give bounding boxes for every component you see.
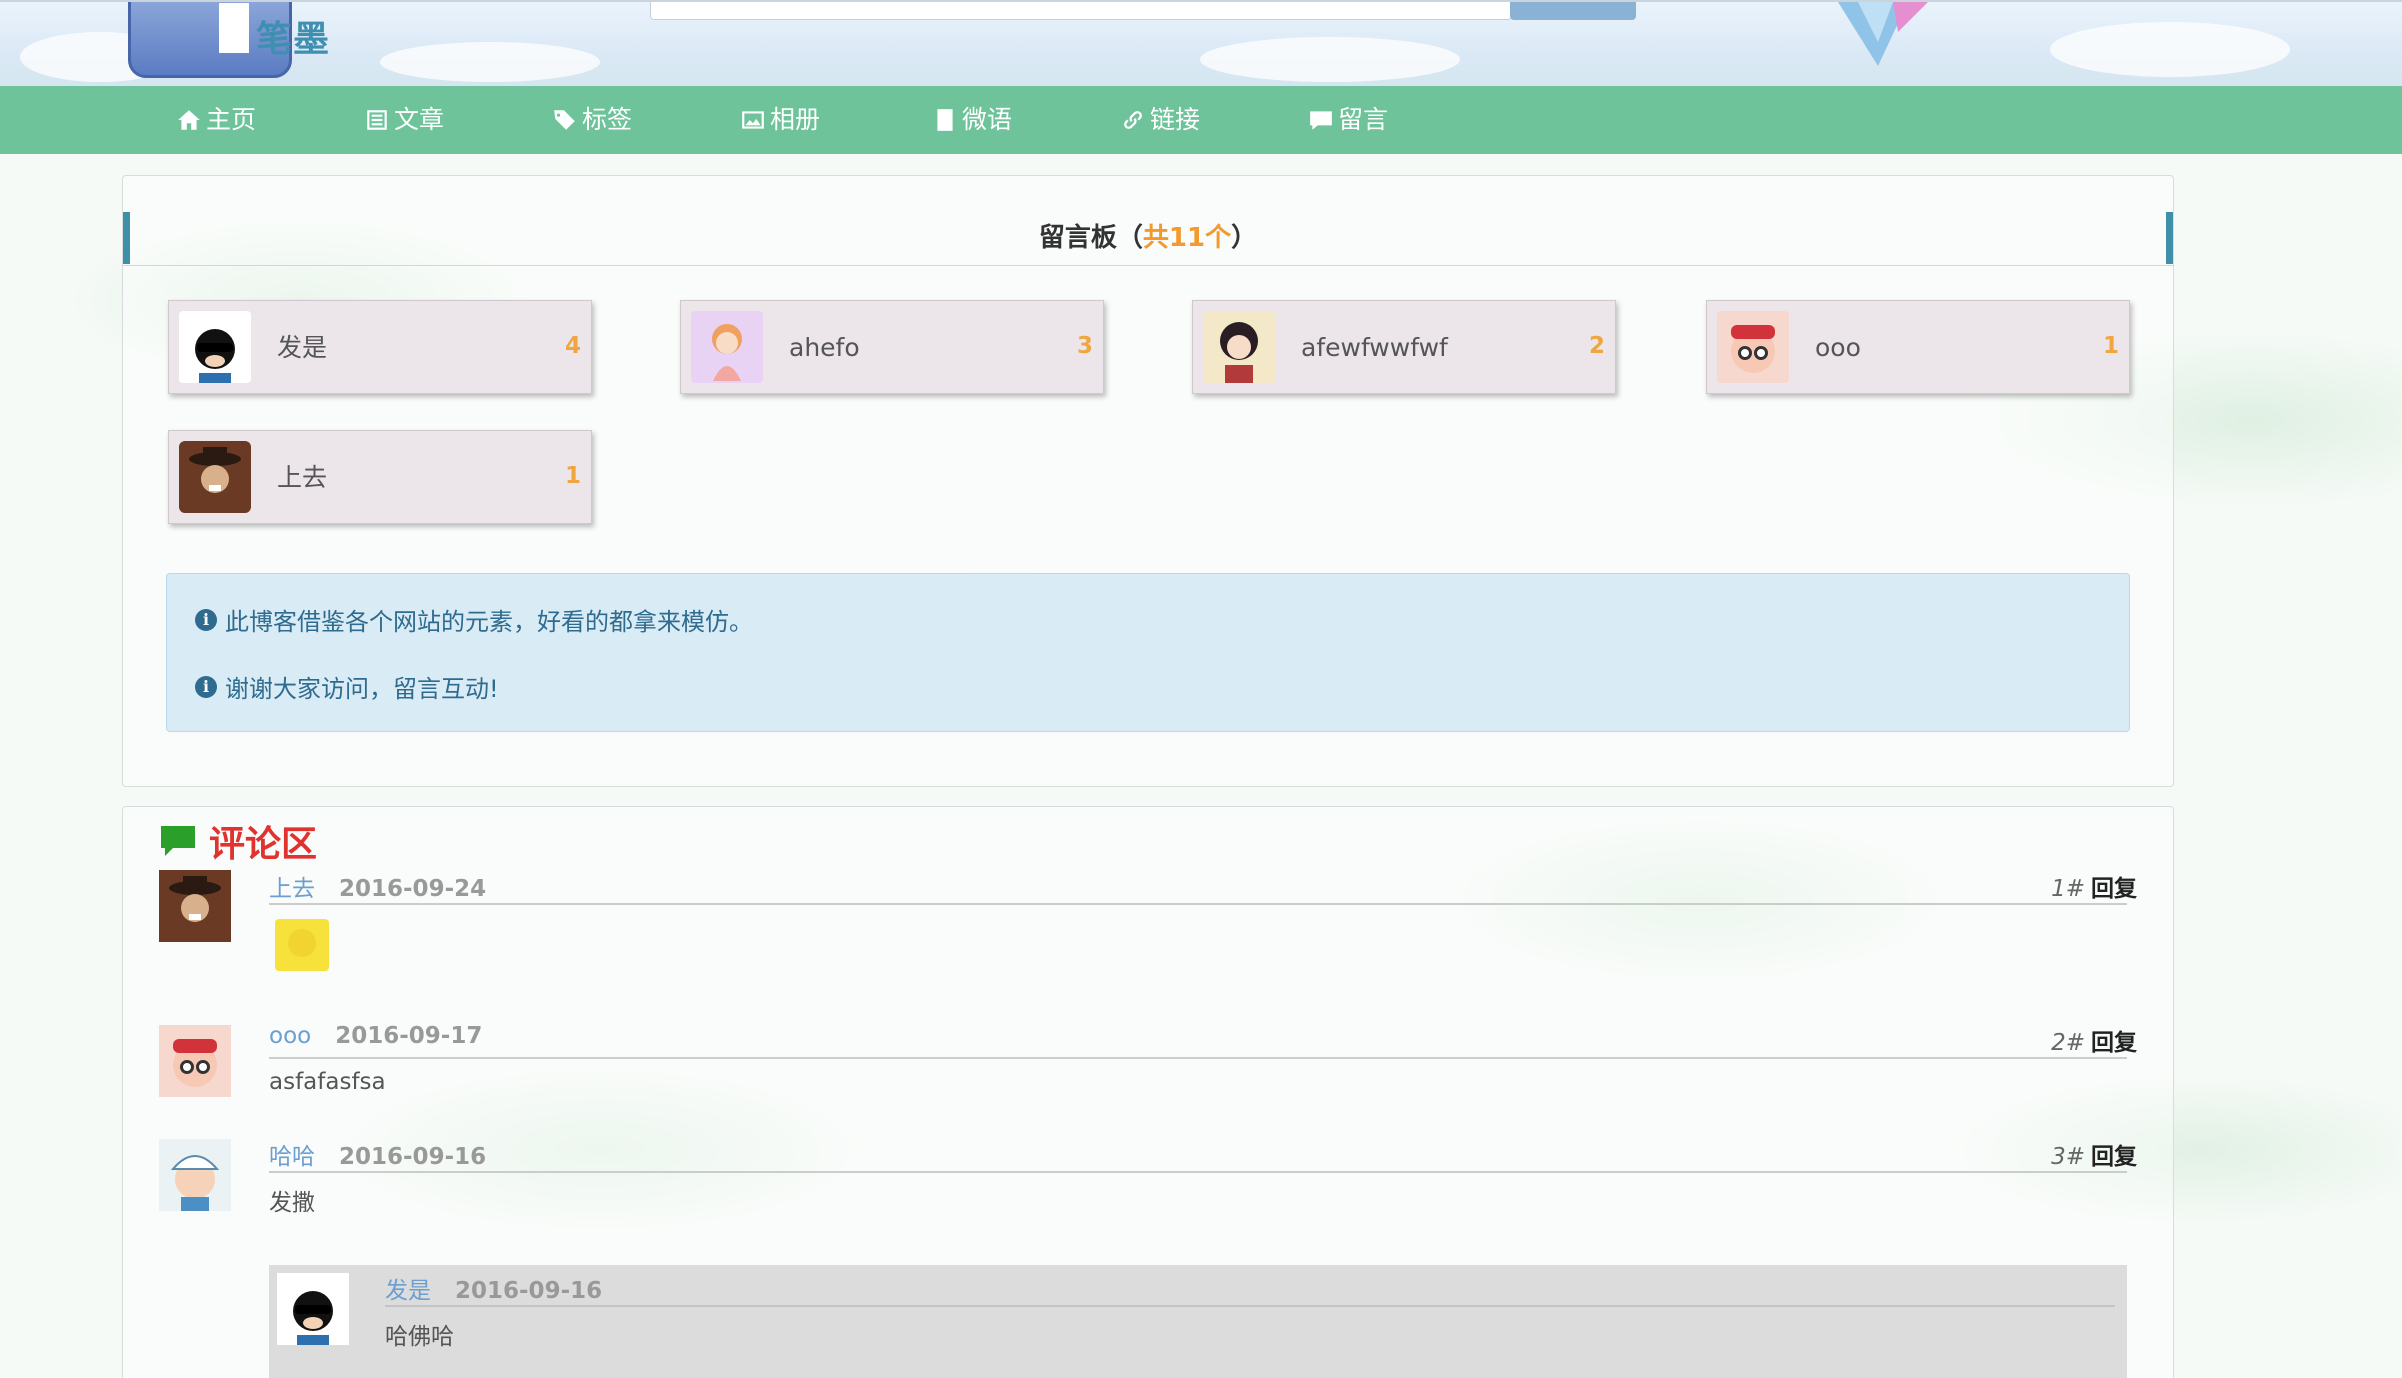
search-button[interactable]: [1510, 2, 1636, 20]
comment-date: 2016-09-24: [339, 876, 487, 902]
list-icon: [367, 110, 387, 130]
nav-item-label: 文章: [394, 105, 445, 134]
nav-item-microblog[interactable]: 微语: [932, 86, 1012, 154]
site-header: 笔墨: [0, 0, 2402, 86]
notice-line: i 谢谢大家访问，留言互动!: [195, 669, 499, 704]
reply-username[interactable]: 发是: [385, 1271, 431, 1305]
message-count: 共11个: [1142, 223, 1232, 253]
comment-meta: 上去 2016-09-24: [269, 869, 486, 903]
avatar: [179, 311, 251, 383]
comment-username[interactable]: ooo: [269, 1023, 311, 1049]
message-count-badge: 1: [2102, 333, 2119, 359]
search-input[interactable]: [650, 2, 1512, 20]
notice-line: i 此博客借鉴各个网站的元素，好看的都拿来模仿。: [195, 602, 753, 637]
nav-item-label: 留言: [1338, 105, 1389, 134]
avatar[interactable]: [159, 870, 231, 942]
user-name: ooo: [1815, 333, 1861, 362]
comment-floor: 1# 回复: [2051, 876, 2137, 902]
comment-username[interactable]: 上去: [269, 869, 315, 903]
info-icon: i: [195, 608, 217, 631]
comment-date: 2016-09-17: [335, 1023, 483, 1049]
reply-button[interactable]: 回复: [2091, 1144, 2137, 1170]
kite-decoration-icon: [1838, 2, 1928, 66]
nav-item-links[interactable]: 链接: [1120, 86, 1200, 154]
user-card[interactable]: ahefo 3: [680, 300, 1104, 394]
user-card[interactable]: ooo 1: [1706, 300, 2130, 394]
nav-item-messages[interactable]: 留言: [1308, 86, 1388, 154]
avatar: [1717, 311, 1789, 383]
message-count-badge: 2: [1588, 333, 1605, 359]
user-name: 上去: [277, 463, 328, 492]
link-icon: [1124, 111, 1142, 129]
main-nav: 主页 文章 标签 相册 微语 链接 留言: [0, 86, 2402, 154]
comment-username[interactable]: 哈哈: [269, 1137, 315, 1171]
info-icon: i: [195, 675, 217, 698]
reply-date: 2016-09-16: [455, 1278, 603, 1304]
nav-item-label: 主页: [206, 105, 257, 134]
message-board-header: 留言板（共11个）: [123, 212, 2173, 266]
nav-item-tags[interactable]: 标签: [552, 86, 632, 154]
reply-button[interactable]: 回复: [2091, 876, 2137, 902]
comment-bubble-icon: [161, 826, 195, 856]
message-count-badge: 4: [564, 333, 581, 359]
nav-item-label: 链接: [1150, 105, 1201, 134]
emoji-sticker: [275, 919, 329, 971]
user-card[interactable]: 发是 4: [168, 300, 592, 394]
message-count-badge: 3: [1076, 333, 1093, 359]
nav-item-label: 微语: [962, 105, 1013, 134]
comment-date: 2016-09-16: [339, 1144, 487, 1170]
nav-item-label: 相册: [770, 105, 821, 134]
book-icon: [937, 109, 953, 131]
nested-reply: 发是 2016-09-16 哈佛哈: [269, 1265, 2127, 1378]
avatar[interactable]: [159, 1025, 231, 1097]
notice-text: 此博客借鉴各个网站的元素，好看的都拿来模仿。: [225, 608, 753, 636]
user-card[interactable]: 上去 1: [168, 430, 592, 524]
nav-item-home[interactable]: 主页: [176, 86, 256, 154]
reply-text: 哈佛哈: [385, 1324, 454, 1350]
tags-icon: [554, 110, 575, 130]
message-board-title: 留言板（共11个）: [1038, 223, 1258, 253]
comment-floor: 2# 回复: [2051, 1030, 2137, 1056]
reply-button[interactable]: 回复: [2091, 1030, 2137, 1056]
comment-text: 发撒: [269, 1190, 315, 1216]
info-notice: i 此博客借鉴各个网站的元素，好看的都拿来模仿。 i 谢谢大家访问，留言互动!: [166, 573, 2130, 732]
user-card[interactable]: afewfwwfwf 2: [1192, 300, 1616, 394]
avatar: [179, 441, 251, 513]
notice-text: 谢谢大家访问，留言互动!: [225, 675, 499, 703]
message-count-badge: 1: [564, 463, 581, 489]
comment-floor: 3# 回复: [2051, 1144, 2137, 1170]
user-name: 发是: [277, 333, 328, 362]
site-logo-text[interactable]: 笔墨: [256, 10, 330, 62]
picture-icon: [742, 111, 764, 129]
comment-meta: 哈哈 2016-09-16: [269, 1137, 486, 1171]
home-icon: [178, 110, 200, 130]
nav-item-label: 标签: [582, 105, 633, 134]
comment-meta: ooo 2016-09-17: [269, 1023, 482, 1049]
comment-icon: [1310, 111, 1332, 130]
avatar[interactable]: [159, 1139, 231, 1211]
reply-meta: 发是 2016-09-16: [385, 1271, 602, 1305]
comments-section: 评论区 上去 2016-09-24 1# 回复 ooo 2016-09-17 2#…: [122, 806, 2174, 1378]
avatar: [691, 311, 763, 383]
user-name: ahefo: [789, 333, 860, 362]
comment-text: asfafasfsa: [269, 1069, 386, 1095]
comments-title: 评论区: [159, 815, 317, 867]
user-name: afewfwwfwf: [1301, 333, 1448, 362]
nav-item-articles[interactable]: 文章: [364, 86, 444, 154]
avatar[interactable]: [277, 1273, 349, 1345]
avatar: [1203, 311, 1275, 383]
nav-item-album[interactable]: 相册: [740, 86, 820, 154]
